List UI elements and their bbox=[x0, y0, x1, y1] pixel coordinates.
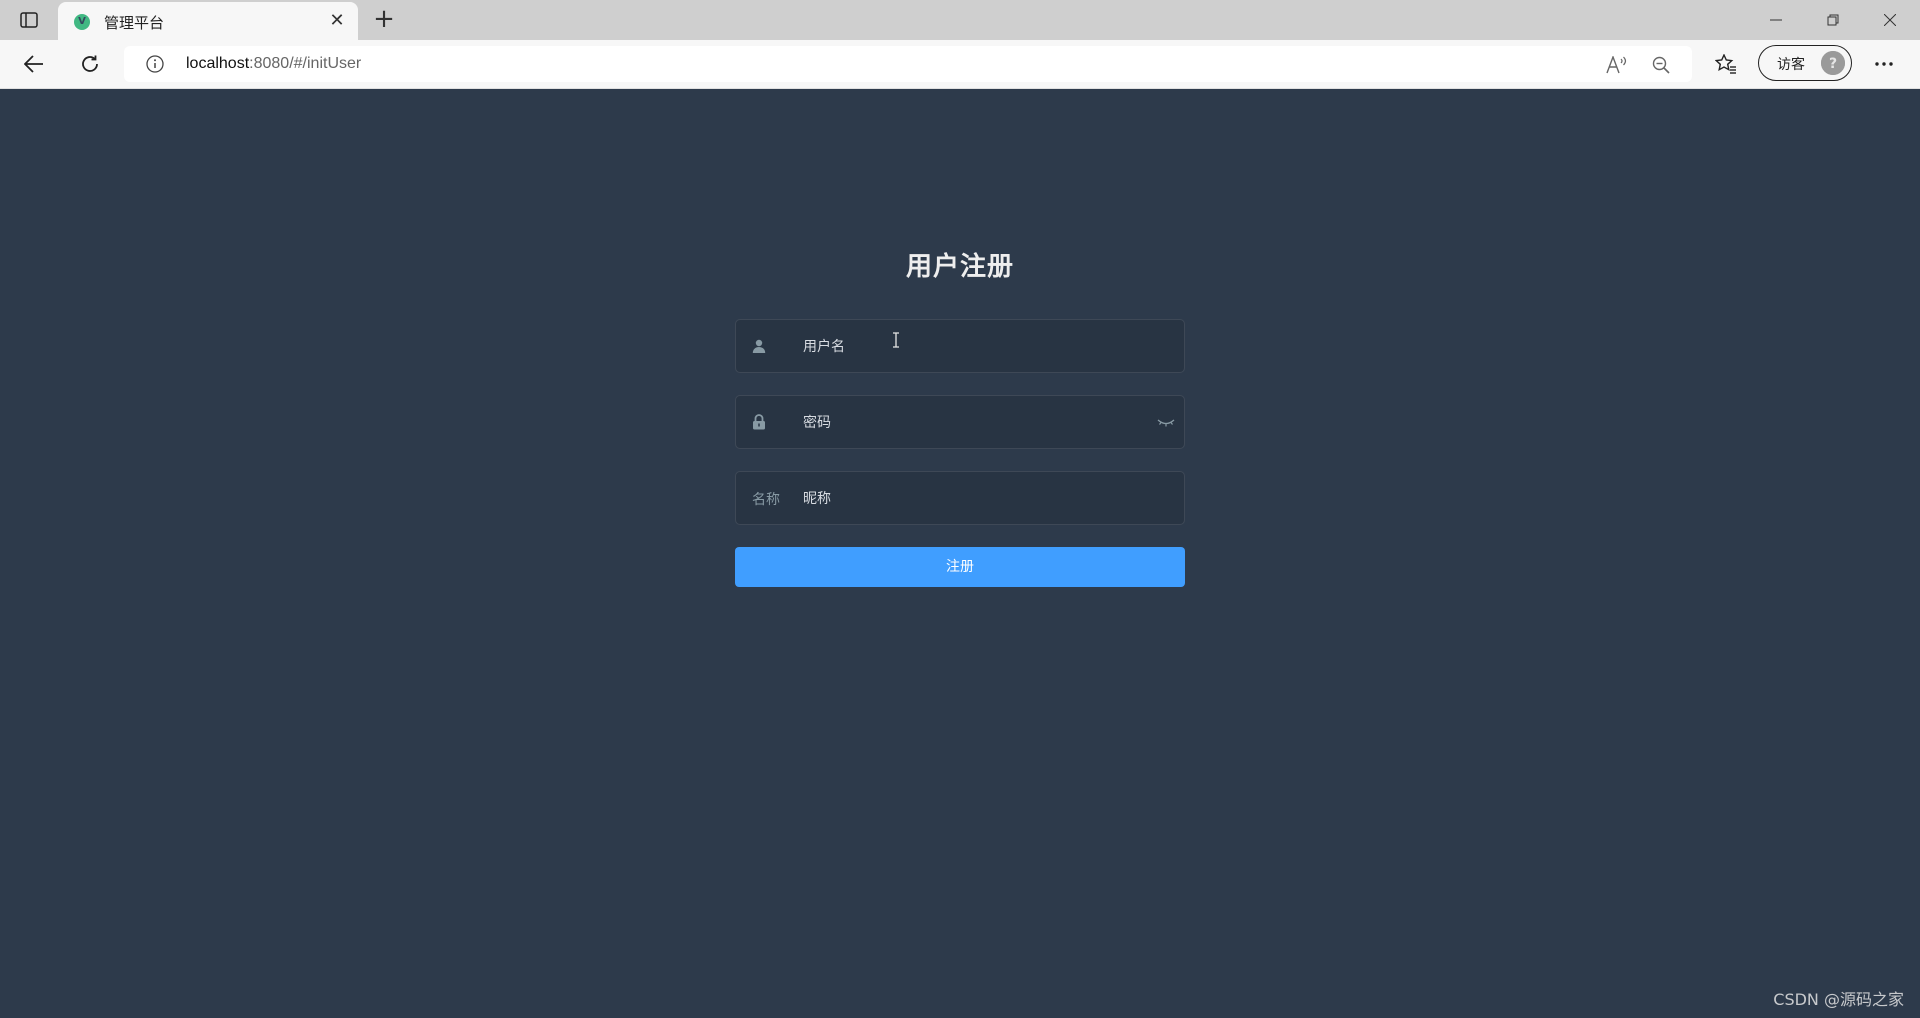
window-close-icon[interactable] bbox=[1862, 0, 1918, 40]
plus-icon[interactable]: + bbox=[370, 6, 398, 34]
register-button[interactable]: 注册 bbox=[735, 547, 1185, 587]
password-input[interactable] bbox=[801, 396, 1165, 450]
read-aloud-icon[interactable] bbox=[1606, 54, 1628, 76]
vue-logo-icon: V bbox=[74, 14, 90, 30]
text-cursor-icon bbox=[891, 332, 901, 348]
eye-closed-icon[interactable] bbox=[1156, 414, 1176, 430]
username-input[interactable] bbox=[801, 320, 1165, 374]
browser-toolbar: localhost:8080/#/initUser 访客 ? bbox=[0, 40, 1920, 89]
close-icon[interactable]: ✕ bbox=[326, 10, 348, 32]
url-path: :8080/#/initUser bbox=[249, 55, 362, 72]
nickname-prefix-label: 名称 bbox=[752, 492, 780, 508]
nickname-input[interactable] bbox=[801, 472, 1165, 526]
url-host: localhost bbox=[186, 55, 250, 72]
lock-icon bbox=[736, 396, 782, 448]
browser-tab[interactable]: V 管理平台 ✕ bbox=[58, 2, 358, 40]
user-icon bbox=[736, 320, 782, 372]
avatar: ? bbox=[1821, 51, 1845, 75]
restore-icon[interactable] bbox=[1805, 0, 1861, 40]
register-page: 用户注册 名称 注册 bbox=[0, 89, 1920, 1018]
refresh-icon[interactable] bbox=[74, 48, 106, 80]
browser-tab-strip: V 管理平台 ✕ + bbox=[0, 0, 1920, 40]
svg-text:?: ? bbox=[1829, 56, 1837, 72]
back-arrow-icon[interactable] bbox=[18, 48, 50, 80]
password-field bbox=[735, 395, 1185, 450]
info-icon[interactable] bbox=[146, 55, 164, 73]
more-icon[interactable] bbox=[1868, 48, 1900, 80]
page-title: 用户注册 bbox=[905, 252, 1014, 282]
url-text: localhost:8080/#/initUser bbox=[186, 55, 361, 73]
tab-title: 管理平台 bbox=[104, 14, 165, 32]
watermark: CSDN @源码之家 bbox=[1773, 990, 1904, 1009]
profile-label: 访客 bbox=[1777, 57, 1805, 73]
zoom-out-icon[interactable] bbox=[1650, 54, 1672, 76]
favorites-icon[interactable] bbox=[1710, 48, 1742, 80]
tab-actions-icon[interactable] bbox=[18, 9, 40, 31]
profile-button[interactable]: 访客 ? bbox=[1758, 45, 1852, 81]
username-field bbox=[735, 319, 1185, 374]
address-bar[interactable]: localhost:8080/#/initUser bbox=[124, 46, 1692, 82]
minimize-icon[interactable] bbox=[1748, 0, 1804, 40]
nickname-field: 名称 bbox=[735, 471, 1185, 526]
